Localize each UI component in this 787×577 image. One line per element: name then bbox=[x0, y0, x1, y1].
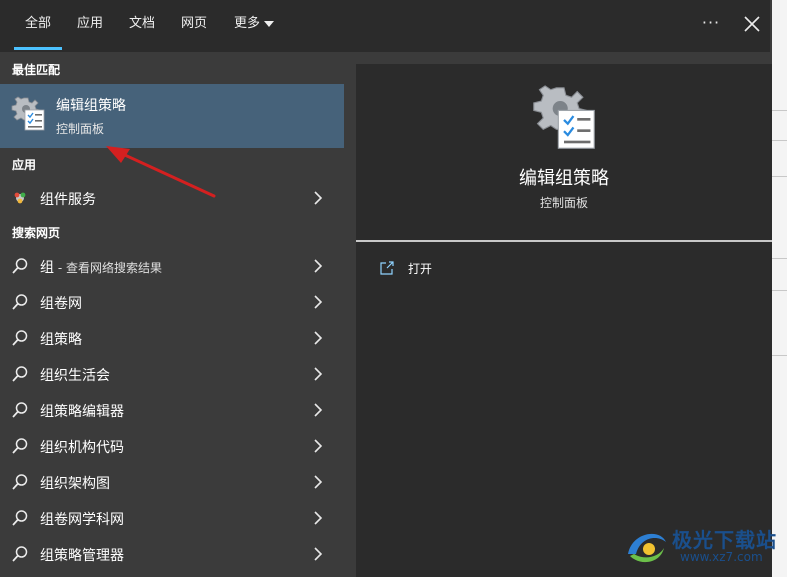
web-result-item[interactable]: 组策略管理器 bbox=[0, 536, 344, 572]
tab-label: 应用 bbox=[76, 16, 103, 31]
web-result-hint: - 查看网络搜索结果 bbox=[54, 261, 162, 275]
web-result-item[interactable]: 组卷网学科网 bbox=[0, 500, 344, 536]
tab-label: 更多 bbox=[233, 16, 260, 31]
web-result-label: 组织机构代码 bbox=[40, 440, 124, 456]
chevron-right-icon[interactable] bbox=[312, 475, 324, 489]
chevron-right-icon[interactable] bbox=[312, 439, 324, 453]
tab-web[interactable]: 网页 bbox=[174, 0, 214, 50]
web-result-item[interactable]: 组策略 bbox=[0, 320, 344, 356]
chevron-right-icon[interactable] bbox=[312, 511, 324, 525]
section-best-match: 最佳匹配 bbox=[12, 63, 61, 77]
search-icon bbox=[12, 294, 28, 310]
search-icon bbox=[12, 510, 28, 526]
tab-label: 网页 bbox=[180, 16, 207, 31]
divider bbox=[772, 110, 787, 111]
group-policy-gear-icon bbox=[11, 96, 45, 131]
tab-label: 文档 bbox=[128, 16, 155, 31]
open-icon bbox=[380, 261, 394, 275]
chevron-right-icon[interactable] bbox=[312, 547, 324, 561]
search-icon bbox=[12, 402, 28, 418]
chevron-right-icon[interactable] bbox=[312, 331, 324, 345]
web-result-label: 组策略编辑器 bbox=[40, 404, 124, 420]
watermark-title: 极光下载站 bbox=[672, 528, 777, 552]
annotation-arrow bbox=[106, 146, 216, 198]
search-tab-bar: 全部 应用 文档 网页 更多 ··· bbox=[0, 0, 770, 52]
divider bbox=[772, 176, 787, 177]
tab-all[interactable]: 全部 bbox=[14, 0, 62, 50]
web-result-label: 组卷网学科网 bbox=[40, 512, 124, 528]
close-icon[interactable] bbox=[740, 12, 764, 36]
section-apps: 应用 bbox=[12, 158, 37, 172]
search-icon bbox=[12, 366, 28, 382]
divider bbox=[772, 258, 787, 259]
chevron-right-icon[interactable] bbox=[312, 259, 324, 273]
open-action[interactable]: 打开 bbox=[376, 258, 576, 282]
chevron-right-icon[interactable] bbox=[312, 295, 324, 309]
web-result-item[interactable]: 组卷网 bbox=[0, 284, 344, 320]
divider bbox=[356, 240, 772, 242]
divider bbox=[772, 290, 787, 291]
chevron-right-icon[interactable] bbox=[312, 367, 324, 381]
web-result-label: 组策略管理器 bbox=[40, 548, 124, 564]
section-search-web: 搜索网页 bbox=[12, 226, 61, 240]
watermark-url: www.xz7.com bbox=[680, 550, 763, 564]
web-result-label: 组织生活会 bbox=[40, 368, 110, 384]
watermark: 极光下载站 www.xz7.com bbox=[622, 522, 782, 572]
divider bbox=[772, 140, 787, 141]
app-item-label: 组件服务 bbox=[40, 192, 96, 208]
detail-subtitle: 控制面板 bbox=[539, 196, 588, 210]
web-result-label: 组卷网 bbox=[40, 296, 82, 312]
search-icon bbox=[12, 546, 28, 562]
best-match-item[interactable]: 编辑组策略 控制面板 bbox=[0, 84, 344, 148]
web-result-item[interactable]: 组织架构图 bbox=[0, 464, 344, 500]
web-result-item[interactable]: 组织生活会 bbox=[0, 356, 344, 392]
results-list: 最佳匹配 编辑组策略 控制面板 应用 组件服务 搜索网页 组 - 查看网络搜索结… bbox=[0, 52, 344, 577]
detail-title: 编辑组策略 bbox=[519, 168, 609, 189]
web-result-item[interactable]: 组织机构代码 bbox=[0, 428, 344, 464]
search-icon bbox=[12, 438, 28, 454]
tab-label: 全部 bbox=[24, 16, 51, 31]
watermark-logo-icon bbox=[628, 533, 666, 563]
caret-down-icon bbox=[264, 20, 274, 27]
component-services-icon bbox=[14, 192, 26, 204]
tab-more[interactable]: 更多 bbox=[226, 0, 282, 50]
web-result-item[interactable]: 组策略编辑器 bbox=[0, 392, 344, 428]
search-icon bbox=[12, 474, 28, 490]
best-match-title: 编辑组策略 bbox=[56, 98, 126, 114]
web-result-query: 组 bbox=[40, 260, 54, 276]
tab-documents[interactable]: 文档 bbox=[122, 0, 162, 50]
detail-preview-panel: 编辑组策略 控制面板 打开 bbox=[356, 64, 772, 577]
search-icon bbox=[12, 330, 28, 346]
tab-apps[interactable]: 应用 bbox=[70, 0, 110, 50]
more-options-button[interactable]: ··· bbox=[698, 13, 724, 37]
chevron-right-icon[interactable] bbox=[312, 403, 324, 417]
open-action-label: 打开 bbox=[408, 262, 433, 276]
web-result-item[interactable]: 组 - 查看网络搜索结果 bbox=[0, 248, 344, 284]
divider bbox=[772, 355, 787, 356]
search-icon bbox=[12, 258, 28, 274]
group-policy-gear-icon bbox=[533, 85, 595, 149]
web-result-label: 组织架构图 bbox=[40, 476, 110, 492]
background-window-edge bbox=[772, 0, 787, 577]
web-result-label: 组 - 查看网络搜索结果 bbox=[40, 257, 162, 277]
chevron-right-icon[interactable] bbox=[312, 191, 324, 205]
web-result-label: 组策略 bbox=[40, 332, 82, 348]
best-match-subtitle: 控制面板 bbox=[56, 122, 105, 136]
